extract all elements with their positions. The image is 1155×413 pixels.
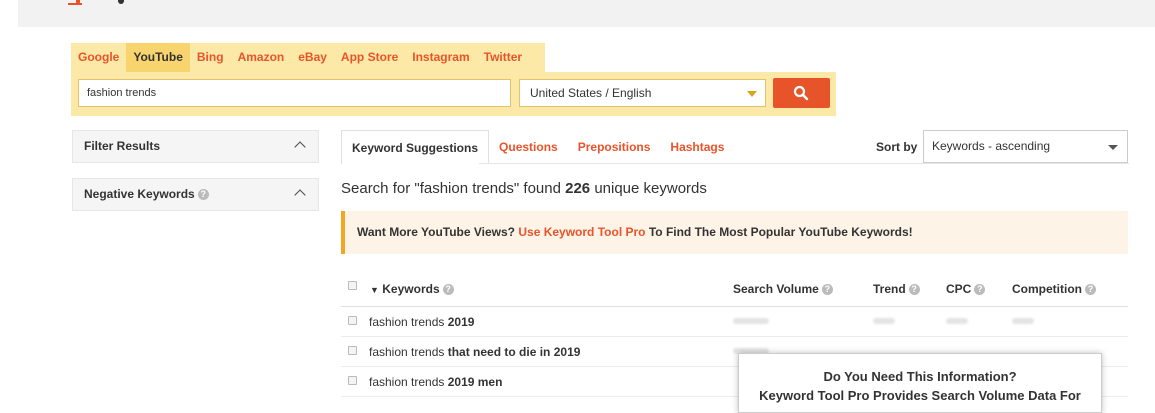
chevron-up-icon[interactable]: [294, 141, 306, 153]
promo-banner: Want More YouTube Views? Use Keyword Too…: [341, 211, 1128, 254]
keyword-text[interactable]: fashion trends that need to die in 2019: [369, 345, 580, 359]
keyword-text[interactable]: fashion trends 2019 men: [369, 375, 502, 389]
row-checkbox[interactable]: [348, 346, 357, 355]
search-button[interactable]: [773, 78, 830, 108]
location-language-select[interactable]: United States / English: [519, 79, 766, 107]
chevron-up-icon[interactable]: [294, 189, 306, 201]
sort-by-label: Sort by: [876, 140, 918, 154]
sort-desc-icon: ▼: [370, 285, 379, 295]
location-value: United States / English: [530, 86, 652, 100]
blurred-trend: [873, 318, 895, 324]
row-checkbox[interactable]: [348, 376, 357, 385]
tab-google[interactable]: Google: [71, 43, 126, 72]
negative-keywords-label: Negative Keywords: [84, 187, 195, 201]
dropdown-caret-icon: [1108, 145, 1118, 150]
negative-keywords-panel[interactable]: Negative Keywords?: [72, 178, 319, 211]
select-all-checkbox[interactable]: [348, 281, 357, 290]
results-summary: Search for "fashion trends" found 226 un…: [341, 180, 707, 197]
cpc-column-header[interactable]: CPC?: [946, 282, 986, 296]
tab-instagram[interactable]: Instagram: [405, 43, 476, 72]
upgrade-popup: Do You Need This Information? Keyword To…: [738, 353, 1102, 413]
keyword-tool-pro-link[interactable]: Use Keyword Tool Pro: [518, 225, 645, 239]
tab-ebay[interactable]: eBay: [291, 43, 334, 72]
tab-questions[interactable]: Questions: [489, 130, 568, 164]
blurred-cpc: [946, 318, 968, 324]
logo[interactable]: [68, 0, 124, 6]
sort-value: Keywords - ascending: [932, 139, 1051, 153]
tab-keyword-suggestions[interactable]: Keyword Suggestions: [341, 130, 490, 164]
help-icon[interactable]: ?: [442, 284, 454, 296]
blurred-competition: [1012, 318, 1034, 324]
search-input[interactable]: fashion trends: [78, 79, 511, 107]
popup-title: Do You Need This Information?: [823, 369, 1017, 384]
help-icon[interactable]: ?: [1085, 284, 1096, 296]
help-icon[interactable]: ?: [821, 284, 833, 296]
filter-results-panel[interactable]: Filter Results: [72, 130, 319, 163]
search-engine-tabs: Google YouTube Bing Amazon eBay App Stor…: [71, 43, 529, 72]
result-tabs: Keyword Suggestions Questions Prepositio…: [341, 130, 734, 164]
result-count: 226: [565, 180, 591, 197]
tab-app-store[interactable]: App Store: [334, 43, 405, 72]
tab-twitter[interactable]: Twitter: [477, 43, 529, 72]
tab-prepositions[interactable]: Prepositions: [568, 130, 661, 164]
tab-hashtags[interactable]: Hashtags: [660, 130, 734, 164]
filter-results-label: Filter Results: [84, 139, 161, 153]
blurred-search-volume: [733, 318, 769, 324]
help-icon[interactable]: ?: [974, 284, 986, 296]
search-icon: [793, 85, 809, 101]
dropdown-caret-icon: [747, 91, 757, 97]
table-row[interactable]: fashion trends 2019: [341, 306, 1128, 337]
table-header: ▼ Keywords? Search Volume? Trend? CPC? C…: [341, 274, 1128, 307]
help-icon[interactable]: ?: [908, 284, 920, 296]
row-checkbox[interactable]: [348, 316, 357, 325]
competition-column-header[interactable]: Competition?: [1012, 282, 1096, 296]
keyword-text[interactable]: fashion trends 2019: [369, 315, 474, 329]
search-volume-column-header[interactable]: Search Volume?: [733, 282, 833, 296]
sort-select[interactable]: Keywords - ascending: [923, 130, 1128, 163]
tab-youtube[interactable]: YouTube: [126, 43, 190, 72]
top-header-bar: [18, 0, 1155, 27]
search-panel: Google YouTube Bing Amazon eBay App Stor…: [71, 43, 836, 116]
keywords-column-header[interactable]: ▼ Keywords?: [370, 282, 454, 296]
tab-bing[interactable]: Bing: [190, 43, 231, 72]
trend-column-header[interactable]: Trend?: [873, 282, 920, 296]
help-icon[interactable]: ?: [197, 189, 209, 201]
tab-amazon[interactable]: Amazon: [231, 43, 292, 72]
